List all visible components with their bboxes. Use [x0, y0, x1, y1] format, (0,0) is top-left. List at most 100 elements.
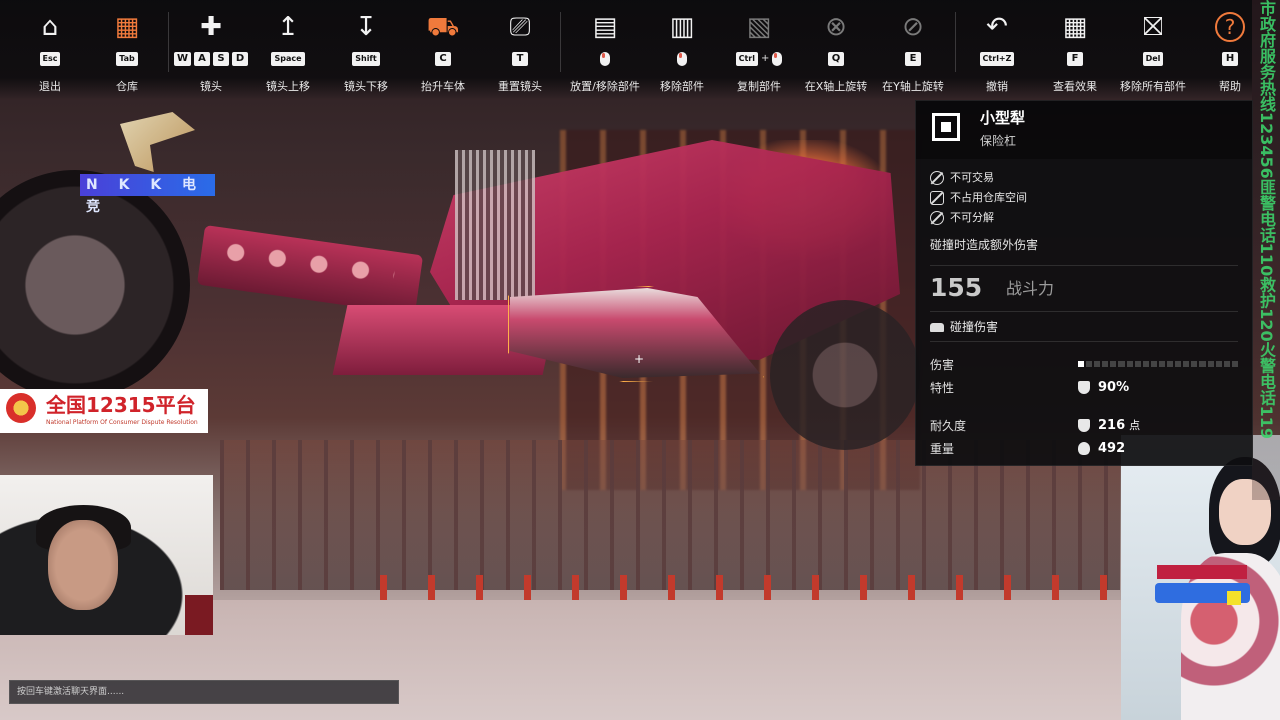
- tool-camera[interactable]: ✚ W A S D 镜头: [172, 8, 250, 108]
- key-cap: C: [435, 52, 451, 66]
- key-cap: F: [1067, 52, 1083, 66]
- toolbar-separator: [955, 12, 956, 72]
- damage-bar-segment: [1215, 361, 1222, 367]
- webcam-sticker: [1157, 565, 1247, 579]
- key-cap: A: [194, 52, 211, 66]
- webcam-person-face: [48, 520, 118, 610]
- key-cap: E: [905, 52, 921, 66]
- tool-rotate-x[interactable]: ⊗ Q 在X轴上旋转: [797, 8, 875, 108]
- damage-bar-segment: [1102, 361, 1109, 367]
- weight-value-text: 492: [1098, 441, 1126, 456]
- key-hints: Ctrl +: [720, 52, 798, 68]
- key-hints: Esc: [11, 52, 89, 68]
- no-trade-icon: [930, 171, 944, 185]
- durability-value: 216 点: [1078, 418, 1140, 434]
- part-type: 保险杠: [980, 134, 1017, 148]
- weight-value: 492: [1078, 441, 1125, 457]
- arrow-up-icon: ↥: [277, 12, 299, 42]
- key-hints: Del: [1114, 52, 1192, 68]
- tool-remove-all[interactable]: ⛝ Del 移除所有部件: [1114, 8, 1192, 108]
- property-label: 不可分解: [950, 211, 994, 224]
- key-hints: WASD: [172, 52, 250, 68]
- damage-bar-segment: [1078, 361, 1085, 367]
- power-score: 155: [930, 273, 983, 302]
- tool-label: 放置/移除部件: [570, 80, 640, 93]
- trait-value: 90%: [1078, 380, 1129, 396]
- tool-rotate-y[interactable]: ⊘ E 在Y轴上旋转: [874, 8, 952, 108]
- property-label: 不占用仓库空间: [950, 191, 1027, 204]
- damage-bar-segment: [1175, 361, 1182, 367]
- damage-bar-segment: [1231, 361, 1238, 367]
- tool-label: 镜头: [200, 80, 222, 93]
- part-info-panel: 小型犁 保险杠 不可交易 不占用仓库空间 不可分解 碰撞时造成额外伤害 155 …: [915, 100, 1253, 466]
- no-storage-icon: [930, 191, 944, 205]
- weight-icon: [1078, 442, 1090, 455]
- trait-value-text: 90%: [1098, 380, 1130, 395]
- toolbar-separator: [168, 12, 169, 72]
- weight-label: 重量: [930, 442, 955, 456]
- reset-camera-icon: ⎚: [509, 12, 531, 42]
- tool-camera-down[interactable]: ↧ Shift 镜头下移: [327, 8, 405, 108]
- damage-bar-segment: [1086, 361, 1093, 367]
- divider: [930, 341, 1238, 342]
- side-ticker: 市政府服务热线123456匪警电话110救护120火警电话119: [1252, 0, 1280, 500]
- damage-bar-segment: [1191, 361, 1198, 367]
- key-hints: [643, 52, 721, 68]
- key-plus: +: [761, 53, 770, 64]
- property-label: 不可交易: [950, 171, 994, 184]
- key-cap: Tab: [116, 52, 138, 66]
- tool-label: 移除所有部件: [1120, 80, 1186, 93]
- key-hints: Shift: [327, 52, 405, 68]
- key-hints: E: [874, 52, 952, 68]
- chat-input[interactable]: 按回车键激活聊天界面......: [9, 680, 399, 704]
- national-emblem-icon: [6, 393, 36, 423]
- tool-exit[interactable]: ⌂ Esc 退出: [11, 8, 89, 108]
- no-dismantle-icon: [930, 211, 944, 225]
- crosshair-icon: +: [634, 352, 645, 366]
- tool-reset-camera[interactable]: ⎚ T 重置镜头: [481, 8, 559, 108]
- trait-label: 特性: [930, 381, 955, 395]
- tool-label: 仓库: [116, 80, 138, 93]
- tool-camera-up[interactable]: ↥ Space 镜头上移: [249, 8, 327, 108]
- damage-bar-segment: [1126, 361, 1133, 367]
- part-name: 小型犁: [980, 109, 1026, 127]
- key-cap: Del: [1142, 52, 1164, 66]
- vehicle-grill[interactable]: [455, 150, 535, 300]
- tool-view[interactable]: ▦ F 查看效果: [1036, 8, 1114, 108]
- tool-label: 退出: [39, 80, 61, 93]
- tool-remove[interactable]: ▥ 移除部件: [643, 8, 721, 108]
- team-logo: N K K 电 竞: [80, 112, 220, 215]
- mouse-icon: [772, 52, 783, 66]
- part-description: 碰撞时造成额外伤害: [930, 238, 1039, 252]
- tool-undo[interactable]: ↶ Ctrl+Z 撤销: [958, 8, 1036, 108]
- damage-bar-segment: [1183, 361, 1190, 367]
- property-no-storage: 不占用仓库空间: [930, 191, 1027, 205]
- bumper-part-icon: [932, 113, 960, 141]
- key-cap: Esc: [39, 52, 61, 66]
- key-cap: D: [232, 52, 249, 66]
- durability-value-text: 216: [1098, 418, 1126, 433]
- key-hints: Ctrl+Z: [958, 52, 1036, 68]
- tool-warehouse[interactable]: ▦ Tab 仓库: [88, 8, 166, 108]
- damage-bar-segment: [1118, 361, 1125, 367]
- durability-unit: 点: [1129, 419, 1141, 432]
- damage-label: 伤害: [930, 358, 955, 372]
- webcam-sticker: [1227, 591, 1241, 605]
- remove-all-icon: ⛝: [1143, 12, 1163, 42]
- property-no-dismantle: 不可分解: [930, 211, 994, 225]
- tool-lift[interactable]: ⛟ C 抬升车体: [404, 8, 482, 108]
- tool-label: 撤销: [986, 80, 1008, 93]
- tool-copy[interactable]: ▧ Ctrl + 复制部件: [720, 8, 798, 108]
- key-hints: Space: [249, 52, 327, 68]
- tool-place[interactable]: ▤ 放置/移除部件: [566, 8, 644, 108]
- property-untradable: 不可交易: [930, 171, 994, 185]
- damage-bar: [1078, 361, 1238, 367]
- tool-label: 镜头上移: [266, 80, 310, 93]
- collision-damage-title: 碰撞伤害: [930, 319, 998, 335]
- tool-label: 移除部件: [660, 80, 704, 93]
- key-cap: Space: [271, 52, 305, 66]
- garage-icon: ⌂: [41, 12, 59, 42]
- key-cap: Q: [828, 52, 844, 66]
- team-logo-mark: [120, 112, 195, 172]
- place-part-icon: ▤: [592, 12, 618, 42]
